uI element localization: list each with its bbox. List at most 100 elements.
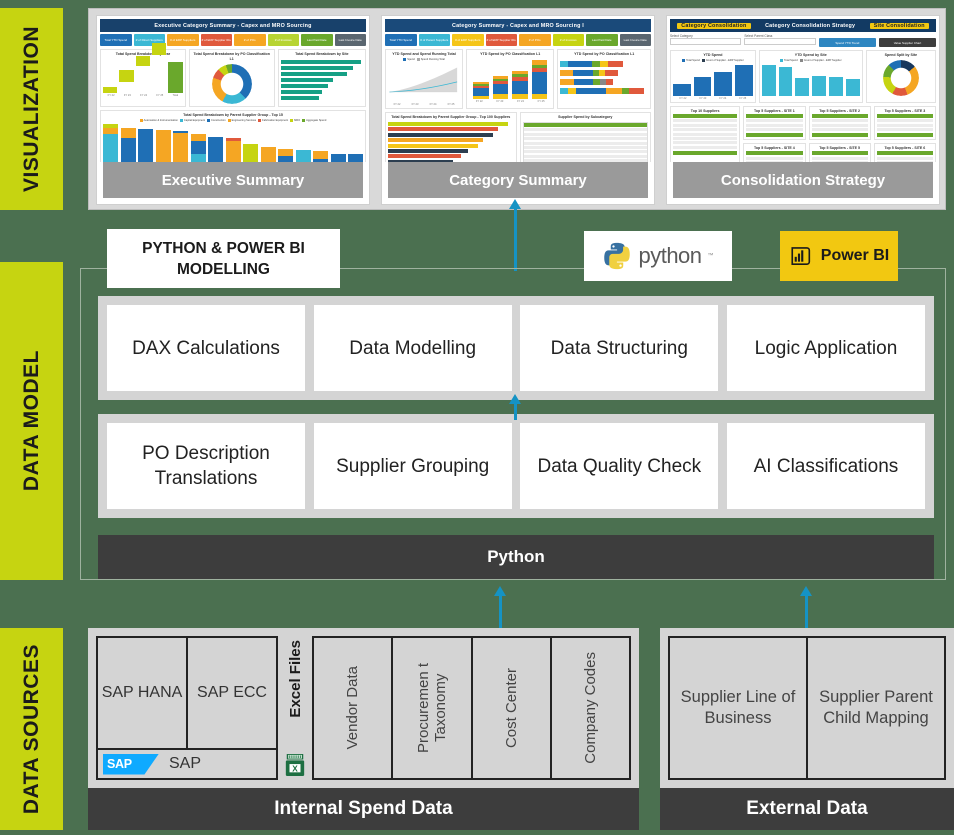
dashboard-1-chart-row: Total Spend Breakdown by Year FY 22 FY 2…	[100, 43, 366, 107]
trademark-symbol: ™	[707, 253, 714, 259]
sap-systems-row: SAP HANA SAP ECC	[98, 638, 276, 748]
supplier-stacked-bars	[103, 124, 363, 162]
python-logo: python ™	[584, 231, 732, 281]
site-hbars	[280, 60, 363, 100]
chart-legend: Automation & Instrumentation Capital Equ…	[103, 119, 363, 122]
chart-spend-running-total: YTD Spend and Spend Running Total Spend …	[385, 49, 464, 109]
cell-data-modelling[interactable]: Data Modelling	[313, 305, 512, 391]
button-spend-ytd-trend[interactable]: Spend YTD Trend	[818, 38, 876, 47]
model-row-top: DAX Calculations Data Modelling Data Str…	[98, 296, 934, 400]
table-row	[523, 141, 647, 145]
table-header-row	[523, 123, 647, 127]
cell-data-structuring[interactable]: Data Structuring	[520, 305, 719, 391]
dashboard-3-chart-row: YTD Spend Total Spend Count of Supplier -…	[670, 50, 936, 103]
kpi-chip: Last Invoice Date	[334, 34, 366, 46]
kpi-chip: # of ERP Suppliers	[452, 34, 484, 46]
dashboard-2-chart-row: YTD Spend and Spend Running Total Spend …	[385, 49, 651, 109]
dashboard-2-bottom-row: Total Spend Breakdown by Parent Supplier…	[385, 112, 651, 162]
cell-logic-application[interactable]: Logic Application	[726, 305, 925, 391]
python-powerbi-modelling-label: PYTHON & POWER BI MODELLING	[107, 229, 340, 288]
table-row	[523, 137, 647, 141]
top-suppliers-hbars	[388, 122, 514, 162]
arrow-enrichment-to-modelling	[509, 394, 522, 420]
sap-logo-icon: SAP	[103, 753, 159, 775]
dashboard-category-summary[interactable]: Category Summary - Capex and MRO Sourcin…	[381, 15, 655, 205]
kpi-chip: # of ERP Supplier IDs	[485, 34, 517, 46]
dashboard-1-kpi-chips: Total YTD Spend # of Direct Suppliers # …	[100, 34, 366, 46]
band-visualization: VISUALIZATION	[0, 8, 63, 210]
table-top-5-site-2: Top 5 Suppliers - SITE 2	[808, 106, 871, 141]
arrow-external-to-python	[800, 586, 813, 631]
python-engine-bar: Python	[98, 535, 934, 579]
cell-po-description-translations[interactable]: PO Description Translations	[107, 423, 305, 509]
source-vendor-data[interactable]: Vendor Data	[314, 638, 391, 778]
source-sap-hana[interactable]: SAP HANA	[98, 638, 186, 748]
table-supplier-spend-by-subcategory: Supplier Spend by Subcategory	[519, 112, 651, 162]
cell-dax-calculations[interactable]: DAX Calculations	[107, 305, 305, 391]
table-row	[523, 128, 647, 132]
cell-supplier-grouping[interactable]: Supplier Grouping	[313, 423, 512, 509]
filter-select-parent-class[interactable]: Select Parent Class	[744, 34, 816, 47]
dashboard-1-preview: Executive Category Summary - Capex and M…	[97, 16, 369, 162]
kpi-chip: # of Invoices	[267, 34, 299, 46]
dashboard-2-title: Category Summary - Capex and MRO Sourcin…	[385, 19, 651, 32]
chart-ytd-spend-classification-stacked: YTD Spend by PO Classification L1 FY 22 …	[466, 49, 555, 109]
dashboard-3-caption: Consolidation Strategy	[673, 162, 933, 198]
dashboard-1-title: Executive Category Summary - Capex and M…	[100, 19, 366, 32]
svg-text:X: X	[292, 764, 298, 773]
dashboard-3-tables-row-1: Top 10 Suppliers Top 5 Suppliers - SITE …	[670, 106, 936, 162]
powerbi-logo: Power BI	[780, 231, 898, 281]
dashboard-2-caption: Category Summary	[388, 162, 648, 198]
table-row	[523, 159, 647, 162]
excel-files-label: Excel Files	[286, 640, 304, 718]
pill-site-consolidation[interactable]: Site Consolidation	[869, 22, 929, 29]
pill-category-consolidation[interactable]: Category Consolidation	[677, 22, 751, 29]
donut-chart	[211, 64, 252, 104]
source-supplier-line-of-business[interactable]: Supplier Line of Business	[670, 638, 806, 778]
table-row	[523, 150, 647, 154]
dashboard-2-preview: Category Summary - Capex and MRO Sourcin…	[382, 16, 654, 162]
external-sources-group: Supplier Line of Business Supplier Paren…	[668, 636, 946, 780]
filter-select-category[interactable]: Select Category	[670, 34, 742, 47]
internal-spend-data-panel: SAP HANA SAP ECC SAP SAP Excel Files X V…	[88, 628, 639, 830]
waterfall-bars	[103, 43, 183, 93]
table-row	[523, 132, 647, 136]
source-company-codes[interactable]: Company Codes	[549, 638, 629, 778]
kpi-chip: Last Paid Date	[586, 34, 618, 46]
cell-data-quality-check[interactable]: Data Quality Check	[520, 423, 719, 509]
button-value-supplier-chart[interactable]: Value Supplier Chart	[878, 38, 936, 47]
chart-spend-by-parent-supplier: Total Spend Breakdown by Parent Supplier…	[100, 110, 366, 162]
dashboard-consolidation-strategy[interactable]: Category Consolidation Category Consolid…	[666, 15, 940, 205]
sap-brand-label: SAP	[169, 755, 202, 772]
kpi-chip: Last Paid Date	[301, 34, 333, 46]
source-supplier-parent-child-mapping[interactable]: Supplier Parent Child Mapping	[806, 638, 944, 778]
external-data-caption: External Data	[660, 788, 954, 830]
source-sap-ecc[interactable]: SAP ECC	[186, 638, 276, 748]
cell-ai-classifications[interactable]: AI Classifications	[726, 423, 925, 509]
chart-donut-spend-by-classification: Total Spend Breakdown by PO Classificati…	[188, 49, 275, 107]
excel-file-icon: X	[285, 754, 305, 776]
python-logo-icon	[604, 242, 631, 270]
chart-spend-split-by-site: Spend Split by Site	[865, 50, 936, 103]
band-data-sources-label: DATA SOURCES	[19, 643, 43, 815]
table-top-10-suppliers: Top 10 Suppliers	[670, 106, 741, 162]
dashboard-1-caption: Executive Summary	[103, 162, 363, 198]
chart-hbar-spend-by-site: Total Spend Breakdown by Site	[277, 49, 366, 107]
source-procurement-taxonomy[interactable]: Procuremen t Taxonomy	[391, 638, 470, 778]
area-line-chart	[389, 67, 458, 93]
kpi-chip: # of ERP Suppliers	[167, 34, 199, 46]
band-data-model: DATA MODEL	[0, 262, 63, 580]
dashboard-3-filter-row: Select Category Select Parent Class Spen…	[670, 34, 936, 47]
internal-sources-row: SAP HANA SAP ECC SAP SAP Excel Files X V…	[96, 636, 631, 780]
external-data-panel: Supplier Line of Business Supplier Paren…	[660, 628, 954, 830]
table-top-5-site-3: Top 5 Suppliers - SITE 3	[873, 106, 936, 141]
chart-ytd-spend-combo: YTD Spend Total Spend Count of Supplier -…	[670, 50, 756, 103]
source-cost-center[interactable]: Cost Center	[470, 638, 550, 778]
external-sources-row: Supplier Line of Business Supplier Paren…	[668, 636, 946, 780]
chart-ytd-spend-by-site: YTD Spend by Site Total Spend Count of Su…	[758, 50, 863, 103]
dashboard-executive-summary[interactable]: Executive Category Summary - Capex and M…	[96, 15, 370, 205]
band-visualization-label: VISUALIZATION	[19, 26, 43, 192]
kpi-chip: Total YTD Spend	[385, 34, 417, 46]
dashboard-2-kpi-chips: Total YTD Spend # of Parent Suppliers # …	[385, 34, 651, 46]
python-logo-text: python	[638, 243, 702, 268]
